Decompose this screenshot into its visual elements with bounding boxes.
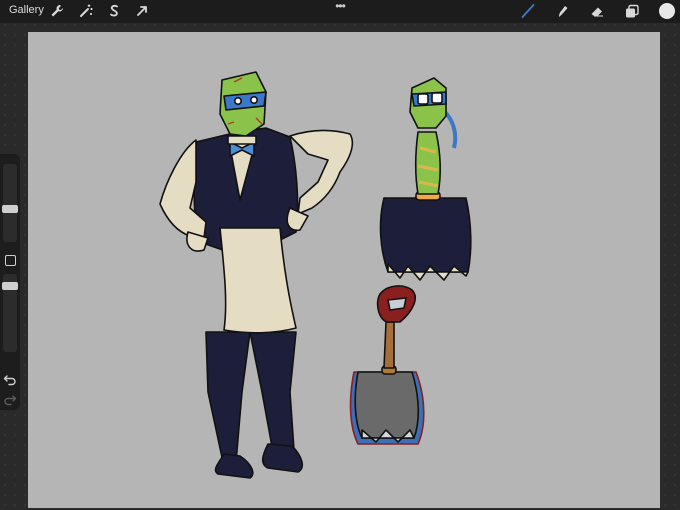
selection-icon[interactable] xyxy=(106,3,122,19)
artwork xyxy=(159,71,472,479)
brush-size-thumb[interactable] xyxy=(2,205,18,213)
brush-size-slider[interactable] xyxy=(3,164,17,242)
drawing-canvas[interactable] xyxy=(28,32,660,508)
turtle-waiter-figure xyxy=(159,71,354,479)
smudge-icon[interactable] xyxy=(555,3,571,19)
undo-icon[interactable] xyxy=(3,372,17,386)
broom-figure xyxy=(349,285,425,445)
gallery-button[interactable]: Gallery xyxy=(9,4,44,16)
brush-icon[interactable] xyxy=(520,3,536,19)
layers-icon[interactable] xyxy=(624,3,640,19)
modify-button[interactable] xyxy=(5,255,16,266)
opacity-thumb[interactable] xyxy=(2,282,18,290)
eraser-icon[interactable] xyxy=(589,3,605,19)
turtle-broom-figure xyxy=(379,77,472,281)
color-picker-button[interactable] xyxy=(659,3,675,19)
more-options-button[interactable]: ••• xyxy=(333,0,347,12)
left-sidebar xyxy=(0,154,20,410)
transform-arrow-icon[interactable] xyxy=(134,3,150,19)
wrench-icon[interactable] xyxy=(49,3,65,19)
magic-wand-icon[interactable] xyxy=(78,3,94,19)
top-toolbar: Gallery ••• xyxy=(0,0,680,23)
redo-icon[interactable] xyxy=(3,392,17,406)
